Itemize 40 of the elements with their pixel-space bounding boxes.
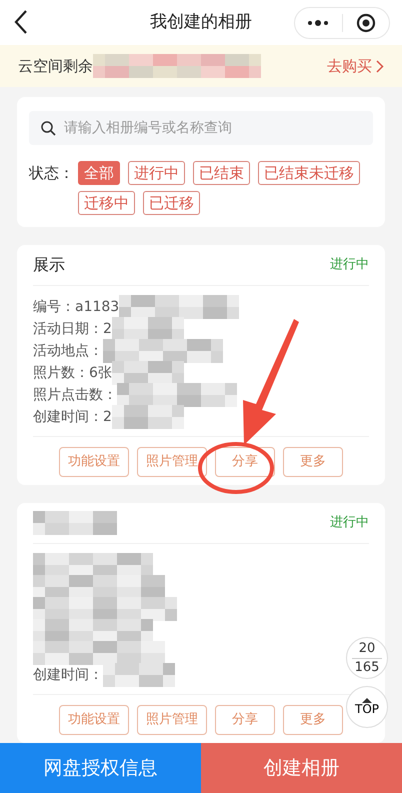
- search-field[interactable]: 请输入相册编号或名称查询: [29, 111, 373, 145]
- page-total: 165: [354, 660, 380, 676]
- status-filter-tab[interactable]: 已迁移: [143, 191, 200, 215]
- album-action-button[interactable]: 分享: [215, 705, 275, 735]
- buy-link[interactable]: 去购买: [327, 54, 384, 78]
- album-info-text: 活动日期：2: [33, 320, 112, 338]
- album-action-button[interactable]: 照片管理: [137, 447, 207, 477]
- album-action-button[interactable]: 更多: [283, 705, 343, 735]
- back-button[interactable]: [14, 9, 28, 35]
- album-info-text: 创建时间：: [33, 666, 103, 684]
- more-dots-icon: [307, 20, 330, 26]
- album-action-button[interactable]: 更多: [283, 447, 343, 477]
- search-input[interactable]: 请输入相册编号或名称查询: [64, 118, 361, 138]
- drive-auth-button[interactable]: 网盘授权信息: [0, 743, 201, 793]
- create-album-button[interactable]: 创建相册: [201, 743, 402, 793]
- status-filter-tab[interactable]: 迁移中: [78, 191, 135, 215]
- album-info-text: 活动地点：: [33, 342, 103, 360]
- album-info-text: 照片点击数：: [33, 386, 117, 404]
- storage-label: 云空间剩余: [18, 56, 93, 77]
- album-status: 进行中: [330, 514, 369, 532]
- search-icon: [41, 120, 56, 136]
- album-action-button[interactable]: 功能设置: [59, 447, 129, 477]
- status-filter-label: 状态：: [29, 163, 74, 184]
- status-filter-tab[interactable]: 进行中: [128, 161, 185, 185]
- status-filter-tab[interactable]: 全部: [78, 161, 120, 185]
- status-filter-tab[interactable]: 已结束未迁移: [258, 161, 360, 185]
- chevron-right-icon: [376, 60, 384, 72]
- album-title: 展示: [33, 254, 65, 276]
- status-filter-tab[interactable]: 已结束: [193, 161, 250, 185]
- album-info-text: 照片数：6张: [33, 364, 112, 382]
- caret-up-icon: [362, 698, 372, 703]
- album-status: 进行中: [330, 256, 369, 274]
- page-current: 20: [358, 640, 376, 656]
- album-info-text: 编号：a1183: [33, 298, 120, 316]
- album-action-button[interactable]: 分享: [215, 447, 275, 477]
- album-action-button[interactable]: 照片管理: [137, 705, 207, 735]
- target-icon: [356, 13, 376, 33]
- album-info-text: 创建时间：2: [33, 408, 112, 426]
- page-title: 我创建的相册: [150, 10, 252, 34]
- album-action-button[interactable]: 功能设置: [59, 705, 129, 735]
